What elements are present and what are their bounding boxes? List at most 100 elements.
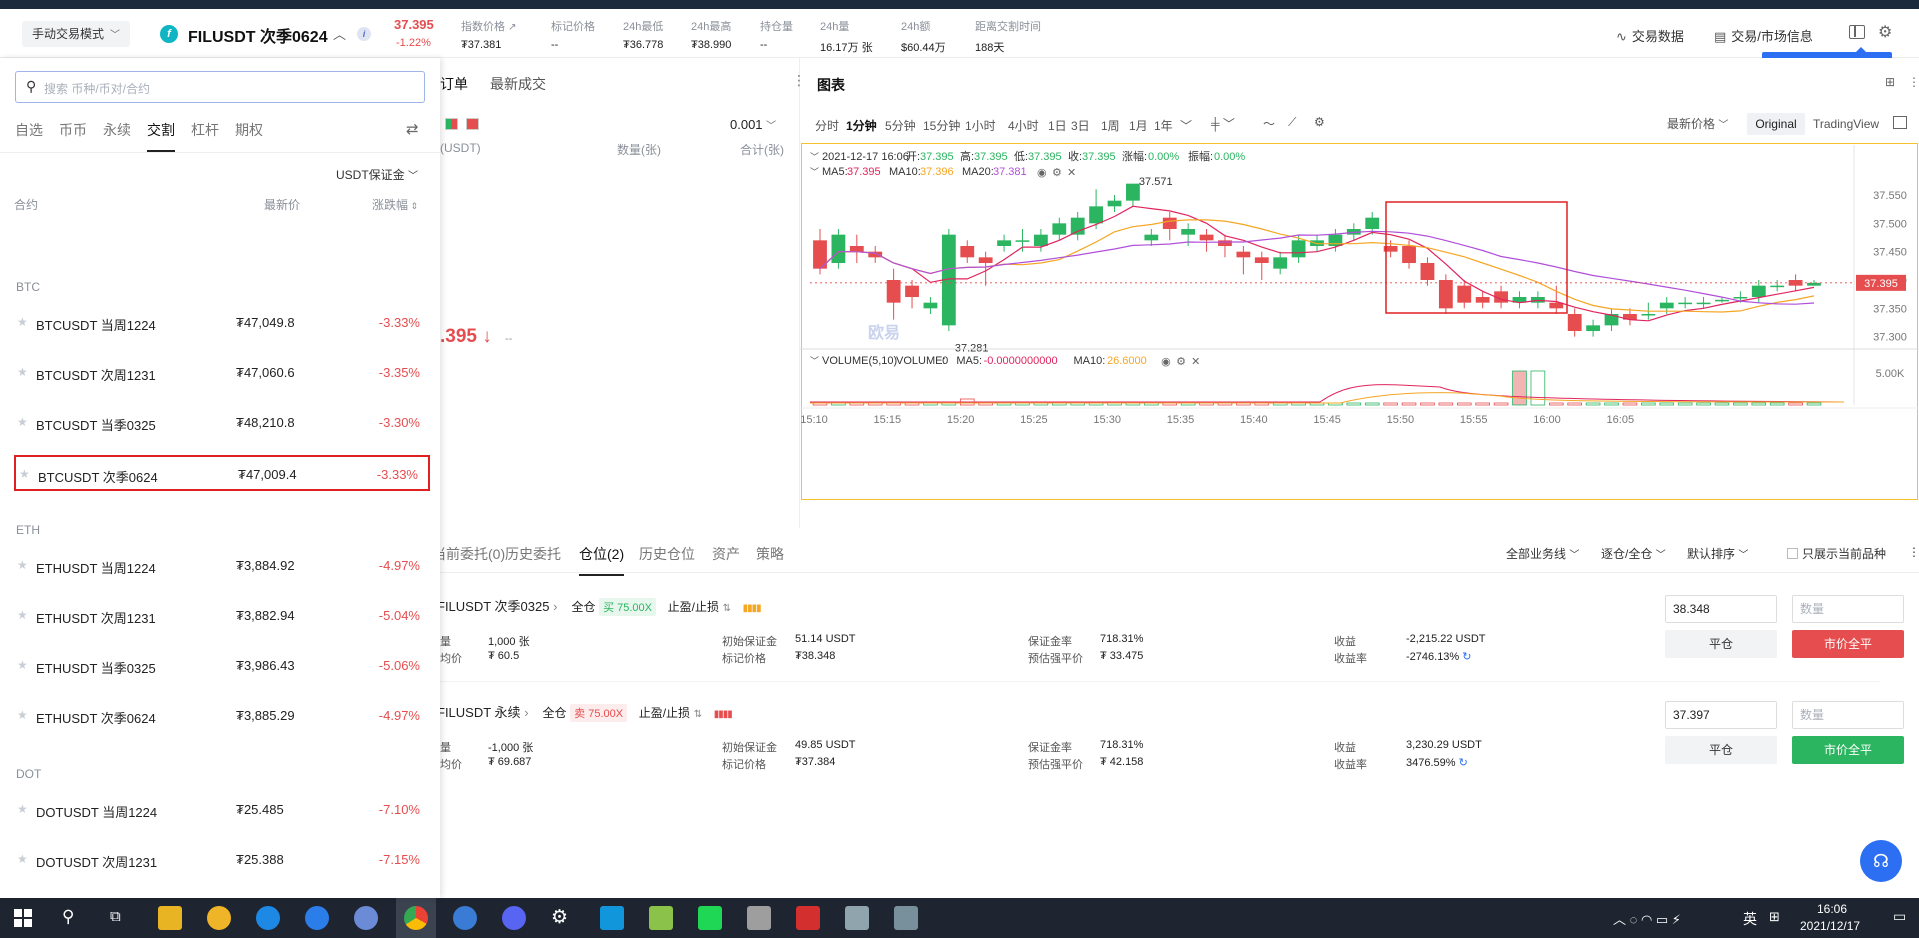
timeframe-option[interactable]: 1日 — [1048, 117, 1067, 134]
chevron-down-icon[interactable]: ﹀ — [810, 167, 819, 177]
candle-body[interactable] — [1328, 234, 1343, 246]
candle-body[interactable] — [1586, 325, 1601, 331]
pycharm-icon[interactable] — [698, 906, 722, 930]
info-icon[interactable]: i — [357, 27, 371, 41]
checkbox-box[interactable] — [1787, 548, 1798, 559]
chevron-up-icon[interactable]: ︿ — [333, 24, 346, 43]
menu-icon[interactable]: ⋮ — [1908, 545, 1919, 559]
symbol-title[interactable]: FILUSDT 次季0624 — [188, 23, 328, 47]
book-view-icon[interactable] — [445, 118, 458, 130]
task-view-icon[interactable]: ⧉ — [110, 908, 121, 925]
menu-icon[interactable]: ⋮ — [1908, 75, 1919, 89]
candle-body[interactable] — [1751, 285, 1766, 297]
tray-icons[interactable]: ︿ ◌ ◠ ▭ ⚡ — [1613, 909, 1681, 928]
search-input[interactable]: ⚲ 搜索 币种/币对/合约 — [15, 71, 425, 103]
book-view-toggle[interactable] — [445, 118, 479, 133]
ie-icon[interactable] — [305, 906, 329, 930]
market-tab[interactable]: 币币 — [59, 120, 87, 140]
contract-row[interactable]: ★ BTCUSDT 当季0325 ₮48,210.8 -3.30% — [14, 405, 430, 441]
candle-body[interactable] — [1015, 240, 1030, 242]
candlestick-chart[interactable]: 37.55037.50037.45037.40037.35037.30037.5… — [800, 143, 1919, 528]
positions-tab[interactable]: 历史仓位 — [639, 544, 695, 564]
timeframe-option[interactable]: 1小时 — [965, 117, 996, 134]
timeframe-option[interactable]: 1周 — [1101, 117, 1120, 134]
gear-icon[interactable]: ⚙ — [1052, 167, 1062, 179]
contract-row[interactable]: ★ DOTUSDT 当周1224 ₮25.485 -7.10% — [14, 792, 430, 828]
star-icon[interactable]: ★ — [17, 708, 28, 722]
candle-body[interactable] — [1144, 234, 1159, 241]
contract-row[interactable]: ★ BTCUSDT 次周1231 ₮47,060.6 -3.35% — [14, 355, 430, 391]
candle-body[interactable] — [1254, 257, 1269, 263]
file-explorer-icon[interactable] — [158, 906, 182, 930]
tp-sl-link[interactable]: 止盈/止损 — [639, 706, 690, 720]
tradingview-button[interactable]: TradingView — [1813, 117, 1879, 131]
candle-body[interactable] — [1567, 314, 1582, 331]
candle-body[interactable] — [1715, 299, 1729, 302]
candle-body[interactable] — [849, 246, 864, 252]
chevron-down-icon[interactable]: ﹀ — [810, 152, 819, 162]
settings-icon[interactable]: ⚙ — [551, 906, 568, 929]
gear-icon[interactable]: ⚙ — [1176, 356, 1186, 368]
keyboard-icon[interactable]: ⊞ — [1769, 909, 1780, 925]
share-icon[interactable]: ↻ — [1459, 757, 1468, 769]
close-qty-input[interactable]: 数量 — [1792, 701, 1904, 729]
star-icon[interactable]: ★ — [19, 467, 30, 481]
candle-body[interactable] — [905, 285, 919, 297]
tab-latest-trades[interactable]: 最新成交 — [490, 74, 546, 94]
candle-body[interactable] — [1236, 251, 1251, 258]
candle-body[interactable] — [1162, 217, 1177, 229]
positions-tab[interactable]: 资产 — [712, 544, 740, 564]
star-icon[interactable]: ★ — [17, 315, 28, 329]
candle-body[interactable] — [1089, 206, 1104, 224]
candle-body[interactable] — [1291, 240, 1306, 258]
star-icon[interactable]: ★ — [17, 802, 28, 816]
contract-row[interactable]: ★DOTUSDT 当季0325₮25.650-7.45% — [14, 892, 430, 898]
windows-start-icon[interactable] — [14, 909, 32, 927]
market-close-all-button[interactable]: 市价全平 — [1792, 736, 1904, 764]
market-tab[interactable]: 杠杆 — [191, 120, 219, 140]
market-tab[interactable]: 期权 — [235, 120, 263, 140]
clock-date[interactable]: 2021/12/17 — [1800, 919, 1860, 933]
candle-body[interactable] — [1033, 234, 1048, 246]
market-tab[interactable]: 永续 — [103, 120, 131, 140]
position-title[interactable]: FILUSDT 次季0325 › 全仓 买 75.00X 止盈/止损 ⇅ ▮▮▮▮ — [437, 596, 762, 616]
timeframe-option[interactable]: 1年 — [1154, 117, 1173, 134]
close-qty-input[interactable]: 数量 — [1792, 595, 1904, 623]
contract-row[interactable]: ★ DOTUSDT 次周1231 ₮25.388 -7.15% — [14, 842, 430, 878]
notification-icon[interactable]: ▭ — [1893, 908, 1906, 925]
chrome-icon[interactable] — [404, 906, 428, 930]
tp-sl-link[interactable]: 止盈/止损 — [668, 600, 719, 614]
leverage-tag[interactable]: 卖 75.00X — [570, 704, 628, 722]
candle-body[interactable] — [923, 302, 938, 309]
eye-icon[interactable]: ◉ — [1037, 167, 1047, 179]
star-icon[interactable]: ★ — [17, 608, 28, 622]
only-current-checkbox[interactable]: 只展示当前品种 — [1787, 545, 1886, 562]
candle-body[interactable] — [960, 246, 975, 258]
stat-index-price[interactable]: 指数价格 ↗ ₮37.381 — [461, 18, 516, 51]
indicator-icon[interactable]: 〜 — [1263, 115, 1275, 132]
chevron-down-icon[interactable]: ﹀ — [1180, 117, 1192, 134]
timeframe-option[interactable]: 分时 — [815, 117, 839, 134]
contract-row[interactable]: ★ BTCUSDT 当周1224 ₮47,049.8 -3.33% — [14, 305, 430, 341]
chevron-down-icon[interactable]: ﹀ — [810, 356, 819, 366]
app-icon[interactable] — [453, 906, 477, 930]
positions-tab[interactable]: 当前委托(0) — [432, 544, 505, 564]
candle-body[interactable] — [1218, 240, 1232, 246]
star-icon[interactable]: ★ — [17, 365, 28, 379]
candle-body[interactable] — [1126, 183, 1140, 201]
star-icon[interactable]: ★ — [17, 415, 28, 429]
app-icon[interactable] — [747, 906, 771, 930]
star-icon[interactable]: ★ — [17, 852, 28, 866]
positions-tab[interactable]: 历史委托 — [505, 544, 561, 564]
clock-time[interactable]: 16:06 — [1817, 902, 1847, 916]
leverage-tag[interactable]: 买 75.00X — [599, 598, 656, 616]
close-price-input[interactable]: 37.397 — [1665, 701, 1777, 729]
headset-icon[interactable]: ☊ — [1860, 840, 1902, 882]
candle-body[interactable] — [1733, 297, 1748, 299]
app-icon[interactable] — [894, 906, 918, 930]
position-title[interactable]: FILUSDT 永续 › 全仓 卖 75.00X 止盈/止损 ⇅ ▮▮▮▮ — [437, 702, 733, 722]
candle-body[interactable] — [886, 280, 901, 303]
eye-icon[interactable]: ◉ — [1161, 356, 1171, 368]
candle-body[interactable] — [1641, 314, 1656, 316]
edge-icon[interactable] — [256, 906, 280, 930]
